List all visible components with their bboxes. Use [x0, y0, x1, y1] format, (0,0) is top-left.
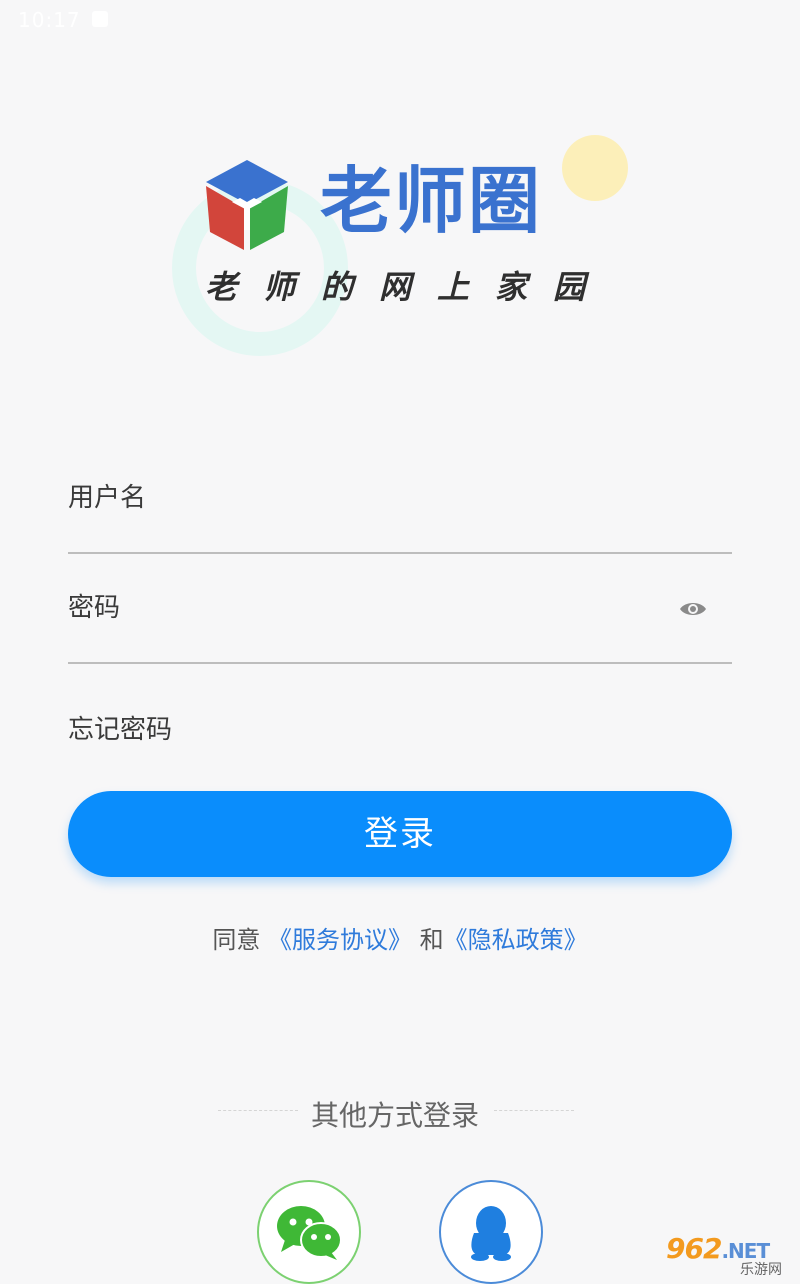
wechat-login-button[interactable]	[257, 1180, 361, 1284]
watermark: 962.NET 乐游网	[660, 1234, 800, 1280]
agreement-conjunction: 和	[419, 926, 444, 954]
brand-name: 老师圈	[320, 159, 543, 243]
privacy-policy-link[interactable]: 《隐私政策》	[444, 926, 588, 954]
logo-block: 老师圈 老师的网上家园	[0, 120, 800, 380]
password-input[interactable]	[68, 590, 648, 626]
service-agreement-link[interactable]: 《服务协议》	[268, 926, 412, 954]
status-time: 10:17	[18, 8, 81, 32]
agreement-text: 同意 《服务协议》 和《隐私政策》	[0, 922, 800, 958]
cube-logo-icon	[206, 160, 288, 250]
slogan: 老师的网上家园	[205, 268, 612, 306]
agreement-prefix: 同意	[212, 926, 261, 954]
login-button[interactable]: 登录	[68, 791, 732, 877]
username-field	[68, 470, 732, 554]
eye-icon[interactable]	[678, 594, 708, 624]
decorative-circle	[562, 135, 628, 201]
wechat-icon	[277, 1206, 342, 1260]
other-login-title: 其他方式登录	[310, 1099, 479, 1132]
forgot-password-link[interactable]: 忘记密码	[68, 712, 172, 748]
qq-login-button[interactable]	[439, 1180, 543, 1284]
qq-icon	[471, 1206, 511, 1261]
status-bar: 10:17	[0, 0, 800, 40]
notification-icon	[92, 11, 108, 27]
watermark-subtitle: 乐游网	[740, 1262, 782, 1278]
password-field	[68, 580, 732, 664]
username-input[interactable]	[68, 480, 648, 516]
